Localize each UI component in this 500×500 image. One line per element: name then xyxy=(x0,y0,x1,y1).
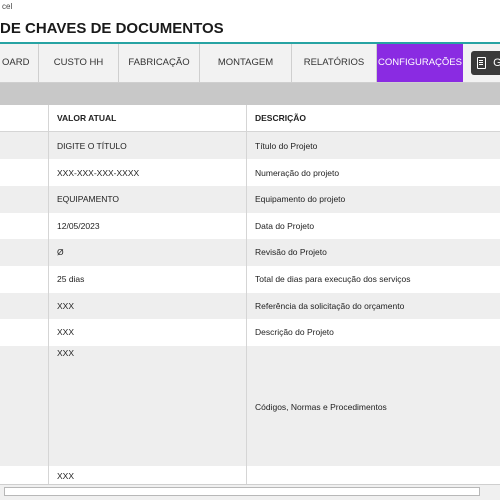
row-description: Total de dias para execução dos serviços xyxy=(255,274,411,284)
window-title: cel xyxy=(2,2,13,11)
row-value[interactable]: XXX xyxy=(57,327,74,337)
row-value[interactable]: Ø xyxy=(57,247,64,257)
row-value[interactable]: 25 dias xyxy=(57,274,84,284)
extra-nav-button[interactable]: G xyxy=(471,51,500,75)
horizontal-scrollbar[interactable] xyxy=(4,487,480,496)
row-description: Revisão do Projeto xyxy=(255,247,327,257)
table-header: VALOR ATUAL DESCRIÇÃO xyxy=(0,105,500,132)
table-row: 25 dias Total de dias para execução dos … xyxy=(0,266,500,293)
column-divider xyxy=(48,105,49,485)
page-header: DE CHAVES DE DOCUMENTOS xyxy=(0,14,500,44)
table-row: DIGITE O TÍTULO Título do Projeto xyxy=(0,132,500,159)
table-row: XXX-XXX-XXX-XXXX Numeração do projeto xyxy=(0,159,500,186)
row-value[interactable]: 12/05/2023 xyxy=(57,221,100,231)
tab-montagem[interactable]: MONTAGEM xyxy=(200,44,292,82)
tab-fabricacao[interactable]: FABRICAÇÃO xyxy=(119,44,200,82)
row-description: Numeração do projeto xyxy=(255,168,340,178)
row-value[interactable]: XXX xyxy=(57,301,74,311)
row-value[interactable]: XXX-XXX-XXX-XXXX xyxy=(57,168,139,178)
row-description: Referência da solicitação do orçamento xyxy=(255,301,405,311)
tab-dashboard[interactable]: OARD xyxy=(0,44,39,82)
row-description: Códigos, Normas e Procedimentos xyxy=(255,402,387,412)
header-description: DESCRIÇÃO xyxy=(255,113,307,123)
tab-configuracoes[interactable]: CONFIGURAÇÕES xyxy=(377,44,463,82)
page-title: DE CHAVES DE DOCUMENTOS xyxy=(0,20,224,37)
tab-relatorios[interactable]: RELATÓRIOS xyxy=(292,44,377,82)
tab-custo-hh[interactable]: CUSTO HH xyxy=(39,44,119,82)
row-value[interactable]: XXX xyxy=(57,471,74,481)
row-value[interactable]: DIGITE O TÍTULO xyxy=(57,141,127,151)
header-value: VALOR ATUAL xyxy=(57,113,117,123)
column-divider xyxy=(246,105,247,485)
window-titlebar: cel xyxy=(0,0,500,14)
row-description: Data do Projeto xyxy=(255,221,315,231)
row-value[interactable]: XXX xyxy=(57,348,74,358)
table-row: XXX Referência da solicitação do orçamen… xyxy=(0,293,500,319)
row-description: Equipamento do projeto xyxy=(255,194,346,204)
table-row: 12/05/2023 Data do Projeto xyxy=(0,213,500,239)
table-row: XXX Descrição do Projeto xyxy=(0,319,500,346)
table-row: Ø Revisão do Projeto xyxy=(0,239,500,266)
table-row: EQUIPAMENTO Equipamento do projeto xyxy=(0,186,500,213)
table-row: XXX Códigos, Normas e Procedimentos xyxy=(0,346,500,466)
extra-nav-button-label: G xyxy=(493,57,500,69)
row-value[interactable]: EQUIPAMENTO xyxy=(57,194,119,204)
status-bar xyxy=(0,484,500,500)
nav-bar: OARD CUSTO HH FABRICAÇÃO MONTAGEM RELATÓ… xyxy=(0,44,500,83)
document-icon xyxy=(477,57,486,70)
row-description: Título do Projeto xyxy=(255,141,318,151)
table-row: XXX xyxy=(0,466,500,484)
row-description: Descrição do Projeto xyxy=(255,327,334,337)
section-band xyxy=(0,83,500,105)
